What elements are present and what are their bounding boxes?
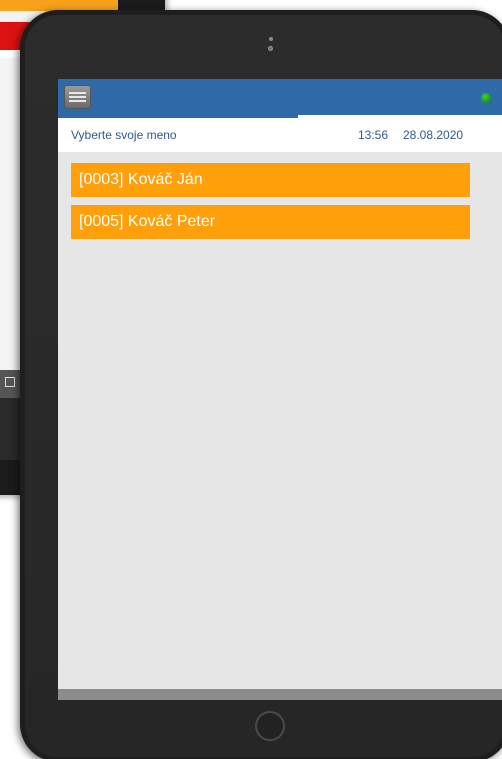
stage: Vyberte svoje meno 13:56 28.08.2020 [000… xyxy=(0,0,502,759)
tablet-screen: Vyberte svoje meno 13:56 28.08.2020 [000… xyxy=(58,79,502,700)
camera-icon xyxy=(268,37,274,53)
clock-date: 28.08.2020 xyxy=(403,128,464,142)
tablet-frame: Vyberte svoje meno 13:56 28.08.2020 [000… xyxy=(20,10,502,759)
camera-lens xyxy=(268,46,273,51)
tablet-bezel: Vyberte svoje meno 13:56 28.08.2020 [000… xyxy=(25,15,502,757)
menu-button[interactable] xyxy=(64,85,91,109)
home-button[interactable] xyxy=(255,711,285,741)
user-item[interactable]: [0003] Kováč Ján xyxy=(71,163,470,197)
clock-time: 13:56 xyxy=(358,128,389,142)
connection-status-icon xyxy=(481,93,491,103)
hamburger-menu-icon xyxy=(69,92,86,94)
user-item[interactable]: [0005] Kováč Peter xyxy=(71,205,470,239)
bottom-bar xyxy=(58,689,502,700)
sub-header: Vyberte svoje meno 13:56 28.08.2020 xyxy=(58,118,502,152)
sensor-dot xyxy=(269,37,273,41)
hamburger-bar xyxy=(69,96,86,98)
hamburger-bar xyxy=(69,100,86,102)
app-header xyxy=(58,79,502,115)
user-list: [0003] Kováč Ján [0005] Kováč Peter xyxy=(71,163,470,247)
square-icon xyxy=(5,377,15,387)
select-name-prompt: Vyberte svoje meno xyxy=(71,128,177,142)
